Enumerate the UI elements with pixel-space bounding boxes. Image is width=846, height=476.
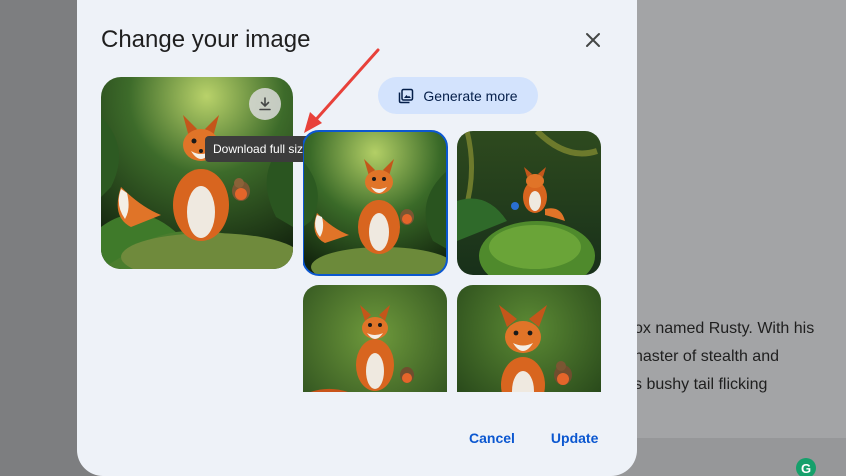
image-option-1[interactable] (303, 130, 448, 276)
image-stack-icon (399, 88, 414, 103)
grammarly-icon[interactable]: G (796, 458, 816, 476)
download-tooltip: Download full size (205, 136, 318, 162)
update-button[interactable]: Update (547, 428, 602, 448)
download-button[interactable] (249, 88, 281, 120)
cancel-button[interactable]: Cancel (465, 428, 519, 448)
generate-more-label: Generate more (423, 87, 518, 104)
close-icon (586, 33, 600, 47)
image-grid[interactable] (303, 130, 603, 392)
fox-image (457, 285, 601, 392)
generate-more-button[interactable]: Generate more (378, 77, 538, 114)
dialog-title: Change your image (101, 26, 311, 53)
image-option-4[interactable] (457, 285, 601, 392)
download-icon (259, 97, 271, 111)
image-option-2[interactable] (457, 131, 601, 275)
change-image-dialog: Change your image Download full size Gen… (77, 0, 637, 476)
document-line: naster of stealth and (634, 348, 779, 365)
fox-image (303, 131, 447, 275)
fox-image (457, 131, 601, 275)
close-button[interactable] (581, 28, 605, 52)
dialog-actions: Cancel Update (465, 428, 602, 448)
document-line: ox named Rusty. With his (634, 320, 815, 337)
image-option-3[interactable] (303, 285, 447, 392)
document-line: s bushy tail flicking (634, 376, 768, 393)
dialog-header: Change your image (101, 26, 310, 54)
fox-image (303, 285, 447, 392)
selected-image-preview (101, 77, 293, 269)
